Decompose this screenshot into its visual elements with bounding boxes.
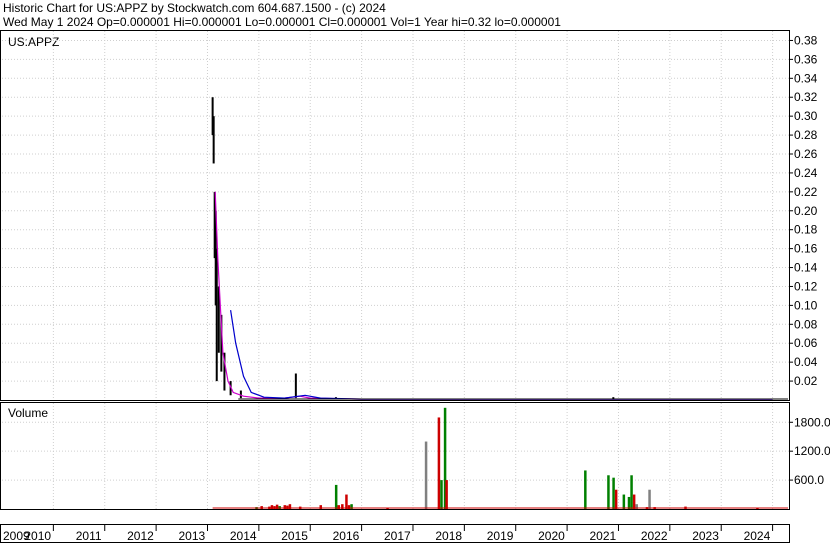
volume-panel [0, 402, 790, 510]
price-tick-label: 0.24 [794, 166, 818, 180]
price-tick-label: 0.22 [794, 185, 818, 199]
price-panel-title: US:APPZ [8, 35, 59, 49]
date-tick-label: 2023 [692, 529, 719, 543]
volume-bar [630, 475, 633, 509]
date-tick-label: 2013 [178, 529, 205, 543]
volume-axis: 1800.0 1200.0 600.0 [789, 415, 830, 487]
volume-bar [622, 494, 626, 509]
volume-bar [445, 480, 448, 509]
date-tick-label: 2012 [127, 529, 154, 543]
price-tick-label: 0.28 [794, 128, 818, 142]
date-tick-label: 2024 [744, 529, 771, 543]
price-tick-label: 0.10 [794, 298, 818, 312]
volume-bar [627, 496, 631, 509]
volume-bar [648, 489, 651, 509]
volume-bar [614, 489, 618, 509]
price-axis: 0.38 0.36 0.34 0.32 0.30 0.28 0.26 0.24 0.22 0.20… [789, 33, 818, 388]
price-tick-label: 0.30 [794, 109, 818, 123]
date-tick-label: 2018 [435, 529, 462, 543]
volume-bar [612, 477, 615, 509]
date-tick-label: 2011 [76, 529, 102, 543]
volume-bar [334, 484, 338, 509]
volume-bar [607, 475, 610, 509]
date-tick-label: 2020 [538, 529, 565, 543]
price-tick-label: 0.20 [794, 204, 818, 218]
date-tick-label: 2014 [230, 529, 257, 543]
price-tick-label: 0.18 [794, 223, 818, 237]
price-tick-label: 0.12 [794, 279, 818, 293]
stock-chart: US:APPZ 0.38 0.36 0.34 0.32 0.30 0.28 0.26 0.24… [0, 30, 830, 543]
volume-bar [345, 494, 348, 509]
price-panel [0, 30, 790, 401]
date-tick-label: 2015 [281, 529, 308, 543]
volume-bar [584, 470, 587, 509]
volume-tick-label: 1800.0 [794, 415, 830, 429]
volume-bar [424, 441, 428, 509]
price-tick-label: 0.02 [794, 374, 818, 388]
volume-bar [632, 494, 636, 509]
date-tick-label: 2019 [487, 529, 514, 543]
date-tick-label: 2021 [589, 529, 616, 543]
date-tick-label: 2016 [333, 529, 360, 543]
volume-tick-label: 600.0 [794, 473, 824, 487]
price-tick-label: 0.34 [794, 71, 818, 85]
price-tick-label: 0.38 [794, 33, 818, 47]
volume-tick-label: 1200.0 [794, 444, 830, 458]
price-tick-label: 0.14 [794, 261, 818, 275]
volume-bar [440, 480, 443, 509]
date-tick-label: 2022 [641, 529, 668, 543]
price-tick-label: 0.36 [794, 52, 818, 66]
volume-panel-title: Volume [8, 406, 48, 420]
price-tick-label: 0.16 [794, 242, 818, 256]
date-tick-label: 2017 [384, 529, 411, 543]
price-tick-label: 0.08 [794, 317, 818, 331]
volume-bar [437, 417, 441, 509]
price-tick-label: 0.04 [794, 355, 818, 369]
price-tick-label: 0.32 [794, 90, 818, 104]
price-tick-label: 0.26 [794, 147, 818, 161]
date-tick-label: 2010 [24, 529, 51, 543]
price-tick-label: 0.06 [794, 336, 818, 350]
